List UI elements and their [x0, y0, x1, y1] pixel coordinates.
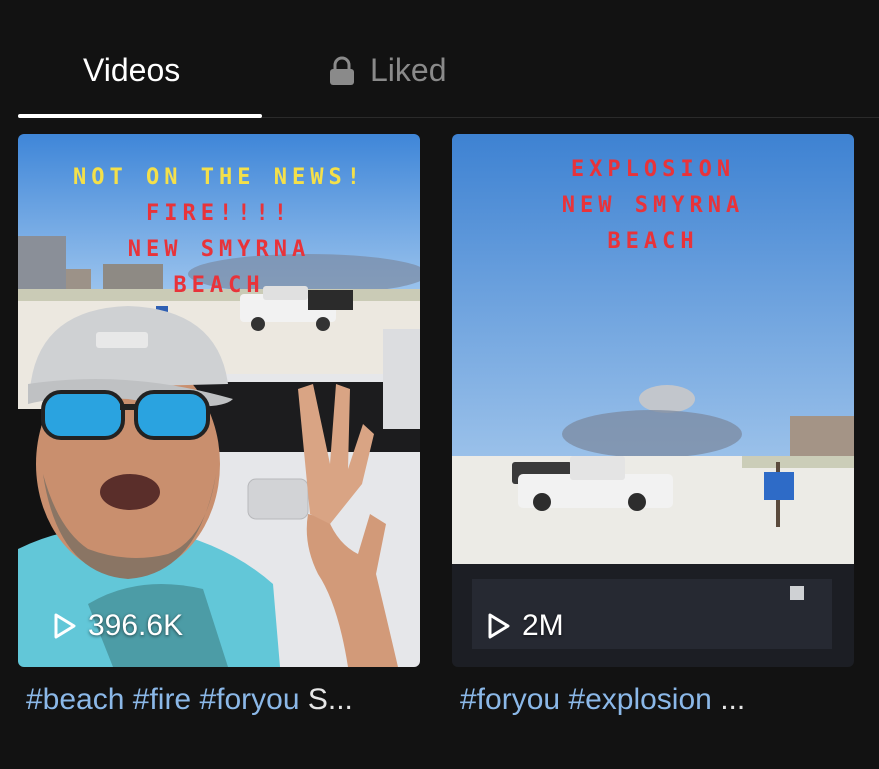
play-icon	[54, 613, 76, 639]
caption-hashtags[interactable]: #beach #fire #foryou	[26, 683, 300, 716]
tab-liked[interactable]: Liked	[328, 52, 447, 89]
active-tab-indicator	[18, 114, 262, 118]
overlay-text-line: BEACH	[173, 273, 265, 298]
overlay-text-line: NOT ON THE NEWS!	[73, 165, 365, 190]
caption-text: S...	[307, 683, 353, 716]
video-thumbnail[interactable]: EXPLOSION NEW SMYRNA BEACH 2M	[452, 134, 854, 667]
video-caption[interactable]: #beach #fire #foryou S...	[26, 683, 406, 717]
overlay-text-line: BEACH	[607, 229, 699, 254]
tab-videos-label: Videos	[83, 52, 181, 88]
tab-liked-label: Liked	[370, 52, 447, 88]
video-thumbnail[interactable]: NOT ON THE NEWS! FIRE!!!! NEW SMYRNA BEA…	[18, 134, 420, 667]
lock-icon	[328, 56, 356, 86]
tab-videos[interactable]: Videos	[83, 52, 180, 89]
view-count: 2M	[486, 609, 564, 643]
view-count: 396.6K	[52, 609, 183, 643]
profile-tabs: Videos Liked	[18, 0, 879, 118]
overlay-text-line: EXPLOSION	[570, 157, 736, 182]
video-caption[interactable]: #foryou #explosion ...	[460, 683, 840, 717]
view-count-value: 2M	[522, 609, 564, 642]
overlay-text-line: FIRE!!!!	[146, 201, 292, 226]
overlay-text-line: NEW SMYRNA	[127, 237, 311, 262]
caption-text: ...	[720, 683, 746, 716]
overlay-text-line: NEW SMYRNA	[561, 193, 745, 218]
play-icon	[488, 613, 510, 639]
view-count-value: 396.6K	[88, 609, 184, 642]
caption-hashtags[interactable]: #foryou #explosion	[460, 683, 712, 716]
